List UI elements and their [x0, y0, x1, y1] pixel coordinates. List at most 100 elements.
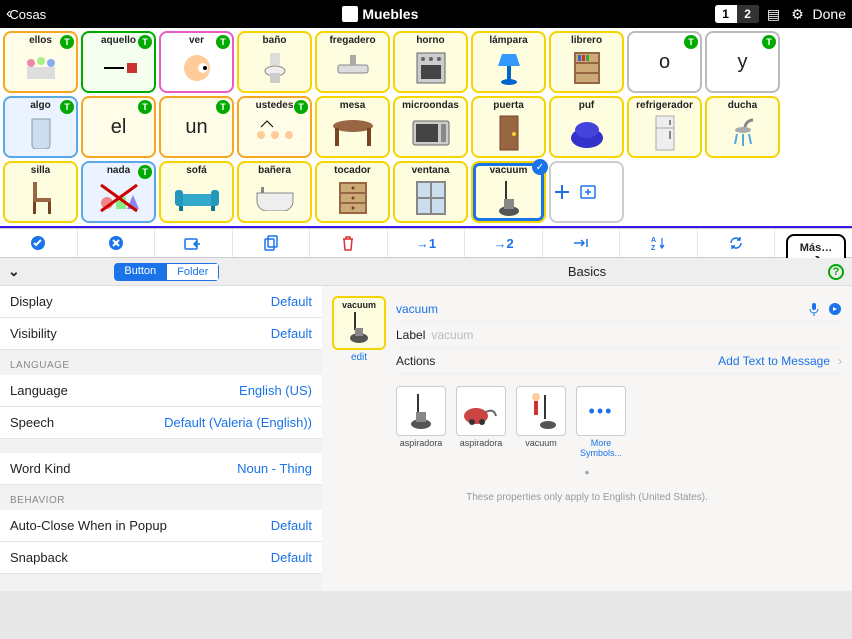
grid-cell-microondas[interactable]: microondas: [393, 96, 468, 158]
add-cell[interactable]: [549, 161, 624, 223]
grid-cell-puf[interactable]: puf: [549, 96, 624, 158]
grid-cell-o[interactable]: To: [627, 31, 702, 93]
cell-label: puerta: [493, 100, 524, 111]
grid-cell-ventana[interactable]: ventana: [393, 161, 468, 223]
collapse-icon[interactable]: ⌄: [8, 263, 20, 280]
section-header: [0, 439, 322, 453]
grid-cell-y[interactable]: Ty: [705, 31, 780, 93]
cell-label: bañera: [258, 165, 291, 176]
tool-move2[interactable]: →2: [465, 229, 543, 257]
grid-cell-refrigerador[interactable]: refrigerador: [627, 96, 702, 158]
seg-folder[interactable]: Folder: [166, 263, 219, 281]
prop-key: Speech: [10, 415, 54, 430]
tool-delete[interactable]: [310, 229, 388, 257]
cell-pic: [553, 46, 620, 89]
symbol-option[interactable]: aspiradora: [396, 386, 446, 458]
back-button[interactable]: ‹ Cosas: [6, 5, 46, 23]
prop-key: Display: [10, 294, 53, 309]
symbol-option[interactable]: aspiradora: [456, 386, 506, 458]
tool-sort[interactable]: AZ: [620, 229, 698, 257]
more-symbols[interactable]: •••More Symbols...: [576, 386, 626, 458]
grid-cell-baño[interactable]: baño: [237, 31, 312, 93]
grid-cell-silla[interactable]: silla: [3, 161, 78, 223]
label-row[interactable]: Label vacuum: [396, 322, 842, 348]
prop-row-language[interactable]: LanguageEnglish (US): [0, 375, 322, 407]
name-row[interactable]: vacuum: [396, 296, 842, 322]
speak-icon[interactable]: [828, 302, 842, 316]
grid-cell-nada[interactable]: Tnada: [81, 161, 156, 223]
editor-panels: ⌄ Button Folder DisplayDefaultVisibility…: [0, 258, 852, 591]
actions-row[interactable]: Actions Add Text to Message ›: [396, 348, 842, 374]
grid-cell-horno[interactable]: horno: [393, 31, 468, 93]
cell-pic: [7, 46, 74, 89]
tool-uncheck[interactable]: [78, 229, 156, 257]
prop-row-word-kind[interactable]: Word KindNoun - Thing: [0, 453, 322, 485]
translate-badge: T: [138, 165, 152, 179]
symbol-option[interactable]: vacuum: [516, 386, 566, 458]
cell-pic: [709, 111, 776, 154]
grid-cell-el[interactable]: Tel: [81, 96, 156, 158]
seg-button[interactable]: Button: [114, 263, 166, 281]
actions-link[interactable]: Add Text to Message: [718, 354, 830, 368]
layout-icon[interactable]: ▤: [765, 5, 783, 23]
cell-pic: [319, 46, 386, 89]
cell-label: y: [738, 57, 748, 68]
mic-icon[interactable]: [808, 302, 820, 316]
prop-row-snapback[interactable]: SnapbackDefault: [0, 542, 322, 574]
help-icon[interactable]: ?: [828, 264, 844, 280]
done-button[interactable]: Done: [813, 6, 846, 22]
people-icon: [21, 53, 61, 83]
grid-cell-algo[interactable]: Talgo: [3, 96, 78, 158]
grid-cell-aquello[interactable]: Taquello: [81, 31, 156, 93]
svg-text:Z: Z: [651, 245, 656, 250]
translate-badge: T: [216, 100, 230, 114]
prop-row-visibility[interactable]: VisibilityDefault: [0, 318, 322, 350]
grid-cell-sofá[interactable]: sofá: [159, 161, 234, 223]
cell-label: un: [185, 122, 207, 133]
tool-move-end[interactable]: [543, 229, 621, 257]
tool-copy[interactable]: [233, 229, 311, 257]
cell-pic: [85, 176, 152, 219]
prop-row-auto-close-when-in-popup[interactable]: Auto-Close When in PopupDefault: [0, 510, 322, 542]
prop-row-display[interactable]: DisplayDefault: [0, 286, 322, 318]
grid-cell-mesa[interactable]: mesa: [315, 96, 390, 158]
edit-link[interactable]: edit: [351, 352, 367, 363]
preview-cell[interactable]: vacuum: [332, 296, 386, 350]
grid-cell-bañera[interactable]: bañera: [237, 161, 312, 223]
window-icon: [415, 180, 447, 216]
grid-cell-ver[interactable]: Tver: [159, 31, 234, 93]
grid-cell-un[interactable]: Tun: [159, 96, 234, 158]
grid-cell-vacuum[interactable]: ✓vacuum: [471, 161, 546, 223]
prop-row-speech[interactable]: SpeechDefault (Valeria (English)): [0, 407, 322, 439]
grid-cell-ducha[interactable]: ducha: [705, 96, 780, 158]
page-2[interactable]: 2: [737, 5, 759, 23]
tool-import[interactable]: [155, 229, 233, 257]
properties-panel: ⌄ Button Folder DisplayDefaultVisibility…: [0, 258, 322, 591]
point-icon: [99, 55, 139, 81]
grid-cell-fregadero[interactable]: fregadero: [315, 31, 390, 93]
shower-icon: [725, 116, 761, 150]
tool-check[interactable]: [0, 229, 78, 257]
grid-cell-puerta[interactable]: puerta: [471, 96, 546, 158]
grid-cell-ellos[interactable]: Tellos: [3, 31, 78, 93]
beanbag-icon: [569, 118, 605, 148]
gear-icon[interactable]: ⚙: [789, 5, 807, 23]
cell-label: refrigerador: [636, 100, 693, 111]
translate-badge: T: [762, 35, 776, 49]
grid-cell-librero[interactable]: librero: [549, 31, 624, 93]
page-indicator[interactable]: 1 2: [715, 5, 759, 23]
grid-cell-lámpara[interactable]: lámpara: [471, 31, 546, 93]
vac2-icon: [462, 396, 500, 426]
grid-cell-tocador[interactable]: tocador: [315, 161, 390, 223]
grid-cell-ustedes[interactable]: Tustedes: [237, 96, 312, 158]
cell-label: aquello: [101, 35, 136, 46]
actions-key: Actions: [396, 354, 435, 368]
vac3-icon: [524, 391, 558, 431]
top-bar: ‹ Cosas Muebles 1 2 ▤ ⚙ Done: [0, 0, 852, 28]
page-1[interactable]: 1: [715, 5, 737, 23]
type-segment[interactable]: Button Folder: [114, 263, 219, 281]
basics-title: Basics: [568, 264, 606, 279]
tool-move1[interactable]: →1: [388, 229, 466, 257]
symbol-label: aspiradora: [460, 438, 503, 448]
tool-refresh[interactable]: [698, 229, 776, 257]
